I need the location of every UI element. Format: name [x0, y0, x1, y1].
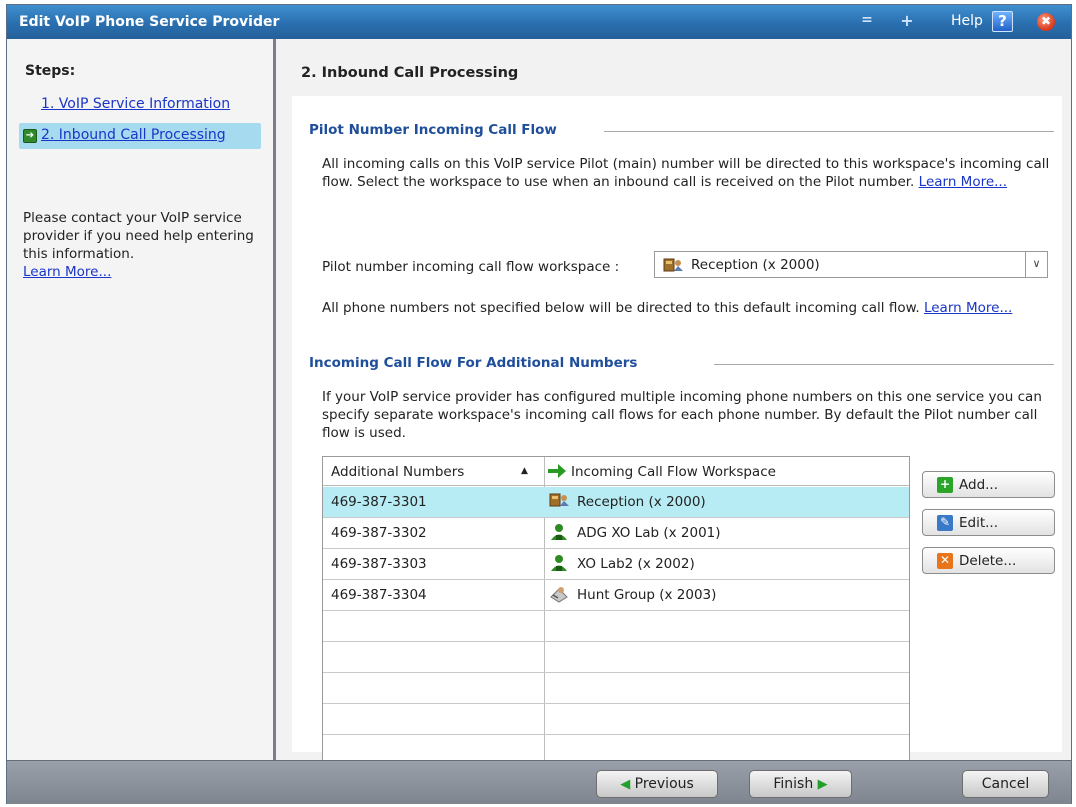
section-divider — [714, 364, 1054, 365]
delete-button-label: Delete... — [959, 553, 1017, 569]
pilot-section-header: Pilot Number Incoming Call Flow — [309, 122, 557, 138]
default-flow-description: All phone numbers not specified below wi… — [322, 299, 1054, 317]
help-label[interactable]: Help — [951, 13, 983, 29]
finish-button[interactable]: Finish ▶ — [749, 770, 852, 798]
back-arrow-icon: ◀ — [620, 777, 631, 792]
row-workspace: XO Lab2 (x 2002) — [577, 556, 695, 572]
cancel-button-label: Cancel — [981, 776, 1030, 792]
row-number: 469-387-3304 — [331, 587, 427, 603]
pilot-workspace-value: Reception (x 2000) — [691, 257, 820, 273]
row-workspace: Hunt Group (x 2003) — [577, 587, 717, 603]
add-button[interactable]: + Add... — [922, 471, 1055, 498]
finish-button-label: Finish — [773, 776, 814, 792]
user-icon — [549, 554, 569, 576]
row-number: 469-387-3303 — [331, 556, 427, 572]
default-flow-text: All phone numbers not specified below wi… — [322, 300, 920, 316]
hunt-group-icon — [549, 585, 569, 607]
step-inbound-call-processing[interactable]: ➔ 2. Inbound Call Processing — [19, 123, 261, 149]
cancel-button[interactable]: Cancel — [962, 770, 1049, 798]
table-row[interactable]: 469-387-3304 Hunt Group (x 2003) — [323, 580, 909, 611]
table-row[interactable]: 469-387-3303 XO Lab2 (x 2002) — [323, 549, 909, 580]
table-header: Additional Numbers ▲ Incoming Call Flow … — [323, 457, 909, 486]
footer-bar: ◀ Previous Finish ▶ Cancel — [7, 760, 1071, 804]
edit-button-label: Edit... — [959, 515, 999, 531]
minimize-icon[interactable]: = — [860, 12, 874, 32]
window-title: Edit VoIP Phone Service Provider — [19, 14, 280, 30]
title-bar: Edit VoIP Phone Service Provider = + Hel… — [7, 5, 1071, 39]
pilot-learn-more-link[interactable]: Learn More... — [919, 174, 1007, 190]
pilot-workspace-label: Pilot number incoming call flow workspac… — [322, 259, 620, 275]
pilot-description: All incoming calls on this VoIP service … — [322, 155, 1054, 191]
page-title: 2. Inbound Call Processing — [301, 65, 519, 81]
reception-icon — [549, 492, 571, 512]
close-icon[interactable]: ✖ — [1037, 13, 1055, 31]
edit-button[interactable]: ✎ Edit... — [922, 509, 1055, 536]
step-label: 2. Inbound Call Processing — [41, 127, 226, 143]
additional-numbers-table[interactable]: Additional Numbers ▲ Incoming Call Flow … — [322, 456, 910, 774]
contact-help-text: Please contact your VoIP service provide… — [23, 209, 268, 281]
steps-title: Steps: — [25, 63, 76, 79]
add-button-label: Add... — [959, 477, 999, 493]
contact-help-message: Please contact your VoIP service provide… — [23, 210, 254, 262]
section-divider — [604, 131, 1054, 132]
table-row[interactable] — [323, 642, 909, 673]
current-step-arrow-icon: ➔ — [23, 129, 37, 143]
table-row[interactable]: 469-387-3301 Reception (x 2000) — [323, 487, 909, 518]
edit-icon: ✎ — [937, 515, 953, 531]
delete-icon: ✕ — [937, 553, 953, 569]
table-row[interactable] — [323, 611, 909, 642]
forward-arrow-icon: ▶ — [817, 777, 828, 792]
help-icon[interactable]: ? — [992, 11, 1013, 32]
pilot-workspace-dropdown[interactable]: Reception (x 2000) ∨ — [654, 251, 1048, 278]
learn-more-link[interactable]: Learn More... — [23, 263, 268, 281]
user-icon — [549, 523, 569, 545]
row-workspace: Reception (x 2000) — [577, 494, 706, 510]
steps-sidebar: Steps: 1. VoIP Service Information ➔ 2. … — [7, 39, 276, 760]
previous-button[interactable]: ◀ Previous — [596, 770, 718, 798]
row-number: 469-387-3302 — [331, 525, 427, 541]
row-number: 469-387-3301 — [331, 494, 427, 510]
dialog-window: Edit VoIP Phone Service Provider = + Hel… — [6, 4, 1072, 804]
green-arrow-icon — [547, 462, 567, 484]
delete-button[interactable]: ✕ Delete... — [922, 547, 1055, 574]
column-header-additional-numbers[interactable]: Additional Numbers — [331, 464, 464, 480]
previous-button-label: Previous — [634, 776, 694, 792]
row-workspace: ADG XO Lab (x 2001) — [577, 525, 721, 541]
expand-icon[interactable]: + — [900, 11, 914, 31]
table-row[interactable] — [323, 704, 909, 735]
add-icon: + — [937, 477, 953, 493]
additional-description: If your VoIP service provider has config… — [322, 389, 1042, 441]
column-header-workspace[interactable]: Incoming Call Flow Workspace — [571, 464, 776, 480]
chevron-down-icon[interactable]: ∨ — [1025, 252, 1047, 277]
content-panel: Pilot Number Incoming Call Flow All inco… — [292, 96, 1062, 774]
default-learn-more-link[interactable]: Learn More... — [924, 300, 1012, 316]
sort-ascending-icon[interactable]: ▲ — [521, 466, 528, 476]
additional-section-header: Incoming Call Flow For Additional Number… — [309, 355, 638, 371]
reception-icon — [663, 257, 685, 277]
table-row[interactable] — [323, 673, 909, 704]
main-pane: 2. Inbound Call Processing Pilot Number … — [279, 39, 1071, 774]
step-voip-service-information[interactable]: 1. VoIP Service Information — [41, 96, 230, 112]
table-row[interactable]: 469-387-3302 ADG XO Lab (x 2001) — [323, 518, 909, 549]
